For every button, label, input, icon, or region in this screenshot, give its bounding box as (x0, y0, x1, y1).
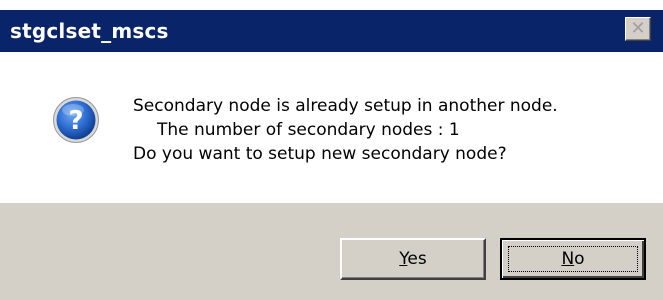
close-icon: ✕ (630, 18, 646, 39)
window-title: stgclset_mscs (10, 19, 169, 43)
no-label-rest: o (574, 249, 585, 269)
message-line-2: The number of secondary nodes : 1 (157, 120, 460, 140)
button-bar: Yes No (0, 203, 663, 300)
message-line-1: Secondary node is already setup in anoth… (133, 96, 558, 116)
yes-label-rest: es (407, 249, 427, 269)
svg-text:?: ? (68, 106, 83, 136)
no-button[interactable]: No (500, 238, 646, 280)
message-dialog: stgclset_mscs ✕ ? Secondary node is alre… (0, 0, 663, 300)
yes-button[interactable]: Yes (340, 238, 486, 280)
message-text: Secondary node is already setup in anoth… (133, 94, 558, 166)
yes-button-label: Yes (399, 249, 426, 269)
message-line-3: Do you want to setup new secondary node? (133, 144, 507, 164)
title-bar[interactable]: stgclset_mscs ✕ (0, 10, 663, 52)
close-button[interactable]: ✕ (625, 17, 651, 41)
no-mnemonic: N (561, 249, 575, 269)
dialog-content: ? Secondary node is already setup in ano… (0, 52, 663, 203)
question-icon: ? (53, 97, 99, 143)
no-button-label: No (561, 249, 584, 269)
